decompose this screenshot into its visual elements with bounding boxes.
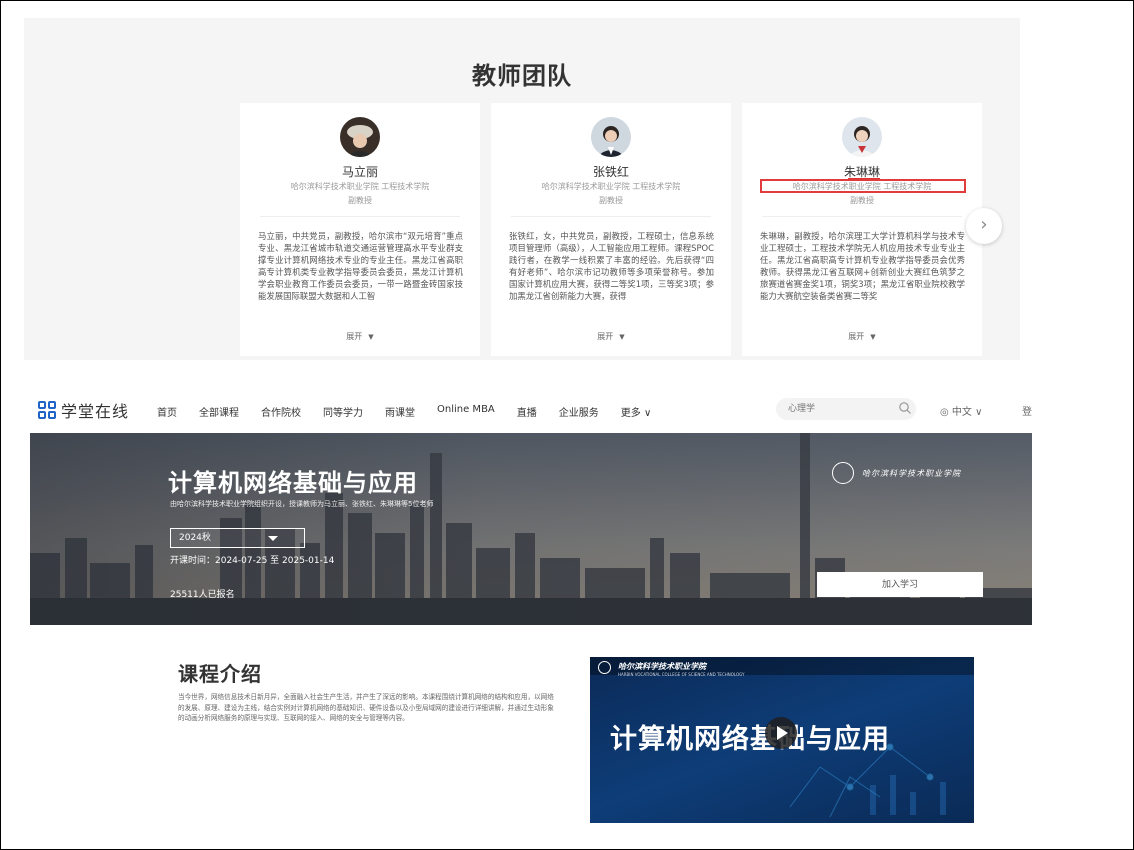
teacher-school: 哈尔滨科学技术职业学院 工程技术学院: [290, 182, 430, 191]
avatar[interactable]: [340, 117, 380, 157]
video-school-name-en: HARBIN VOCATIONAL COLLEGE OF SCIENCE AND…: [618, 672, 745, 677]
top-nav: 学堂在线 首页 全部课程 合作院校 同等学力 雨课堂 Online MBA 直播…: [0, 392, 1134, 432]
caret-down-icon: ▼: [619, 333, 625, 341]
course-organizer: 由哈尔滨科学技术职业学院组织开设，授课教师为马立丽、张铁红、朱琳琳等5位老师: [170, 500, 434, 508]
school-logo: 哈尔滨科学技术职业学院: [832, 462, 961, 484]
teacher-card[interactable]: 马立丽 哈尔滨科学技术职业学院 工程技术学院 副教授 马立丽，中共党员，副教授，…: [240, 103, 480, 356]
expand-label: 展开: [597, 332, 614, 341]
teacher-name: 张铁红: [592, 165, 629, 179]
term-select[interactable]: 2024秋: [170, 528, 305, 548]
divider: [762, 216, 962, 217]
search-input[interactable]: [776, 398, 916, 420]
nav-link-more[interactable]: 更多 ∨: [621, 404, 652, 419]
nav-link-enterprise[interactable]: 企业服务: [559, 404, 599, 419]
video-school-name: 哈尔滨科学技术职业学院: [618, 662, 706, 671]
nav-links: 首页 全部课程 合作院校 同等学力 雨课堂 Online MBA 直播 企业服务…: [157, 404, 673, 419]
caret-down-icon: ▼: [870, 333, 876, 341]
divider: [260, 216, 460, 217]
join-course-button[interactable]: 加入学习: [817, 572, 983, 597]
course-dates: 开课时间：2024-07-25 至 2025-01-14: [170, 556, 335, 566]
school-emblem-icon: [832, 462, 854, 484]
video-title: 计算机网络基础与应用: [610, 724, 890, 755]
expand-label: 展开: [848, 332, 865, 341]
teacher-rank: 副教授: [850, 196, 874, 205]
course-title: 计算机网络基础与应用: [168, 469, 418, 497]
expand-button[interactable]: 展开 ▼: [742, 331, 982, 342]
login-link[interactable]: 登: [1022, 403, 1032, 418]
teacher-bio: 马立丽，中共党员，副教授，哈尔滨市“双元培育”重点专业、黑龙江省城市轨道交通运营…: [258, 231, 463, 301]
teacher-rank: 副教授: [348, 196, 372, 205]
brand-logo[interactable]: 学堂在线: [38, 398, 129, 422]
course-intro-text: 当今世界，网络信息技术日新月异，全面融入社会生产生活，并产生了深远的影响。本课程…: [178, 693, 554, 722]
course-intro-title: 课程介绍: [178, 662, 262, 686]
nav-link-partner-schools[interactable]: 合作院校: [261, 404, 301, 419]
avatar[interactable]: [842, 117, 882, 157]
nav-link-home[interactable]: 首页: [157, 404, 177, 419]
teacher-card[interactable]: 张铁红 哈尔滨科学技术职业学院 工程技术学院 副教授 张铁红，女，中共党员，副教…: [491, 103, 731, 356]
language-selector[interactable]: ◎ 中文 ∨: [940, 403, 982, 418]
divider: [511, 216, 711, 217]
expand-button[interactable]: 展开 ▼: [491, 331, 731, 342]
nav-link-rain-classroom[interactable]: 雨课堂: [385, 404, 415, 419]
play-icon[interactable]: [765, 717, 797, 749]
teacher-bio: 朱琳琳，副教授，哈尔滨理工大学计算机科学与技术专业工程硕士，工程技术学院无人机应…: [760, 231, 965, 301]
school-emblem-icon: [598, 661, 611, 674]
brand-mark-icon: [38, 401, 56, 419]
teacher-rank: 副教授: [599, 196, 623, 205]
teacher-school: 哈尔滨科学技术职业学院 工程技术学院: [541, 182, 681, 191]
caret-down-icon: ▼: [368, 333, 374, 341]
nav-link-equivalent-degree[interactable]: 同等学力: [323, 404, 363, 419]
caret-down-icon: [268, 536, 278, 541]
enrolled-count: 25511人已报名: [170, 590, 235, 600]
school-logo-text: 哈尔滨科学技术职业学院: [862, 468, 961, 478]
nav-link-all-courses[interactable]: 全部课程: [199, 404, 239, 419]
teacher-name: 马立丽: [341, 165, 378, 179]
chevron-right-icon: ›: [980, 214, 988, 235]
expand-label: 展开: [346, 332, 363, 341]
expand-button[interactable]: 展开 ▼: [240, 331, 480, 342]
course-intro-video[interactable]: 哈尔滨科学技术职业学院 HARBIN VOCATIONAL COLLEGE OF…: [590, 657, 974, 823]
teacher-bio: 张铁红，女，中共党员，副教授，工程硕士，信息系统项目管理师（高级），人工智能应用…: [509, 231, 714, 301]
teacher-team-title: 教师团队: [472, 62, 572, 90]
nav-link-live[interactable]: 直播: [517, 404, 537, 419]
teacher-team-section: 教师团队 马立丽 哈尔滨科学技术职业学院 工程技术学院 副教授 马立丽，中共党员…: [24, 18, 1020, 360]
search-icon[interactable]: [898, 401, 912, 415]
course-hero-banner: 计算机网络基础与应用 由哈尔滨科学技术职业学院组织开设，授课教师为马立丽、张铁红…: [30, 433, 1032, 625]
next-teacher-button[interactable]: ›: [966, 208, 1002, 244]
highlight-box: [760, 179, 966, 193]
avatar[interactable]: [591, 117, 631, 157]
nav-link-online-mba[interactable]: Online MBA: [437, 404, 495, 419]
teacher-card[interactable]: 朱琳琳 哈尔滨科学技术职业学院 工程技术学院 副教授 朱琳琳，副教授，哈尔滨理工…: [742, 103, 982, 356]
brand-name: 学堂在线: [61, 402, 130, 421]
term-value: 2024秋: [179, 533, 211, 543]
